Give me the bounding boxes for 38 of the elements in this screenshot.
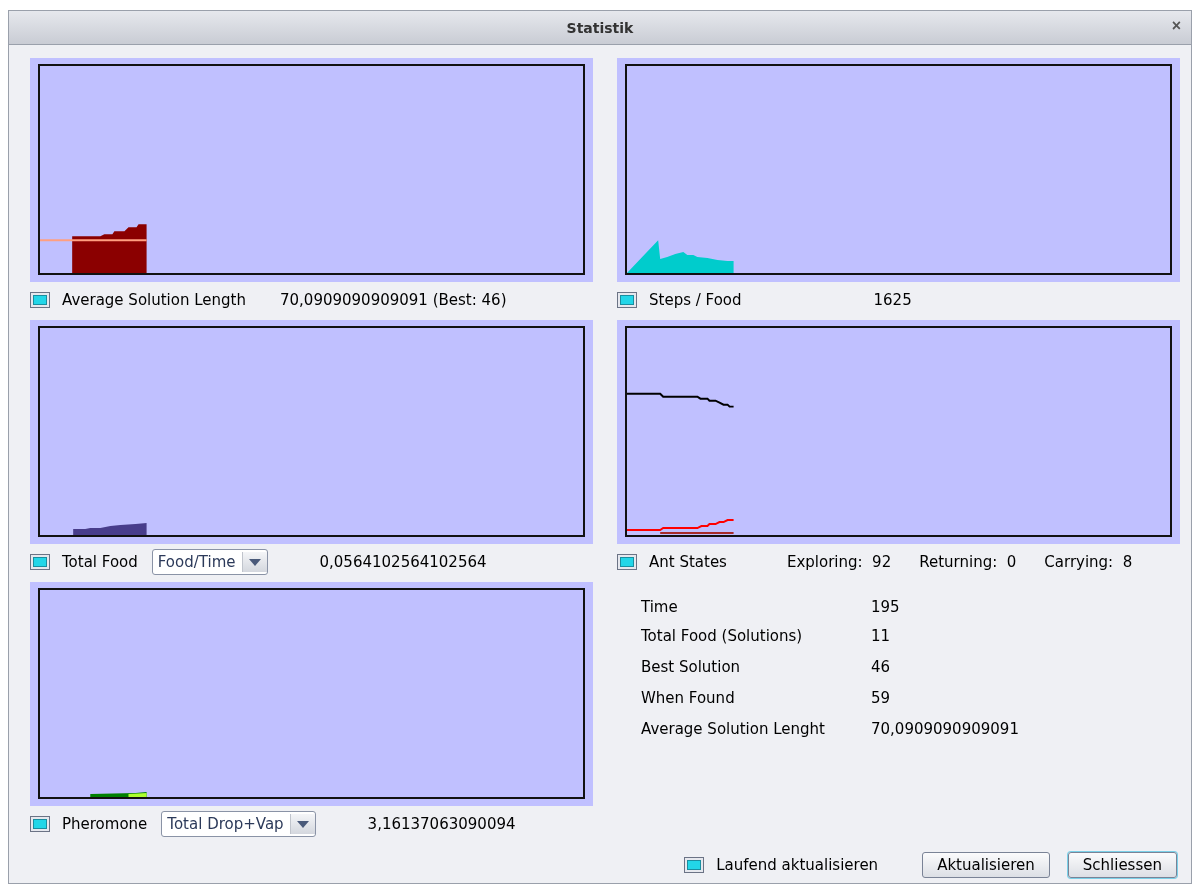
graph-label: Ant States — [649, 553, 727, 571]
graph-reading: 0,0564102564102564 — [319, 553, 487, 571]
graph-label: Pheromone — [62, 815, 148, 833]
checkbox[interactable] — [617, 292, 637, 308]
graph-label: Average Solution Length — [62, 291, 246, 309]
graph-label: Total Food — [62, 553, 138, 571]
summary-value: 11 — [871, 627, 892, 645]
window-title: Statistik — [566, 19, 634, 36]
summary-value: 59 — [871, 689, 892, 707]
graph-reading: 3,16137063090094 — [367, 815, 516, 833]
dropdown[interactable]: Total Drop+Vap — [161, 811, 316, 837]
caret-icon — [296, 820, 309, 828]
summary-label: Time — [641, 598, 679, 616]
checkbox[interactable] — [617, 554, 637, 570]
checkbox[interactable] — [684, 857, 705, 873]
summary-value: 195 — [871, 598, 901, 616]
state-count: Exploring: 92 — [786, 553, 892, 571]
summary-label: Total Food (Solutions) — [641, 627, 804, 645]
checkbox-label: Laufend aktualisieren — [716, 856, 879, 874]
close-button[interactable]: × — [1167, 17, 1185, 35]
summary-label: When Found — [641, 689, 736, 707]
checkbox[interactable] — [30, 554, 50, 570]
summary-value: 46 — [871, 658, 892, 676]
graph-reading: 1625 — [873, 291, 912, 309]
state-count: Carrying: 8 — [1044, 553, 1133, 571]
checkbox[interactable] — [30, 816, 50, 832]
graph-area — [128, 793, 147, 797]
caret-icon — [248, 558, 261, 566]
graph-reading: 70,0909090909091 (Best: 46) — [280, 291, 507, 309]
graph-label: Steps / Food — [649, 291, 742, 309]
state-count: Returning: 0 — [919, 553, 1017, 571]
summary-value: 70,0909090909091 — [871, 720, 1020, 738]
summary-label: Best Solution — [641, 658, 742, 676]
dropdown[interactable]: Food/Time — [151, 549, 268, 575]
summary-label: Average Solution Lenght — [641, 720, 826, 738]
dialog-button[interactable]: Schliessen — [1067, 852, 1177, 878]
dialog-button[interactable]: Aktualisieren — [922, 852, 1050, 878]
checkbox[interactable] — [30, 292, 50, 308]
